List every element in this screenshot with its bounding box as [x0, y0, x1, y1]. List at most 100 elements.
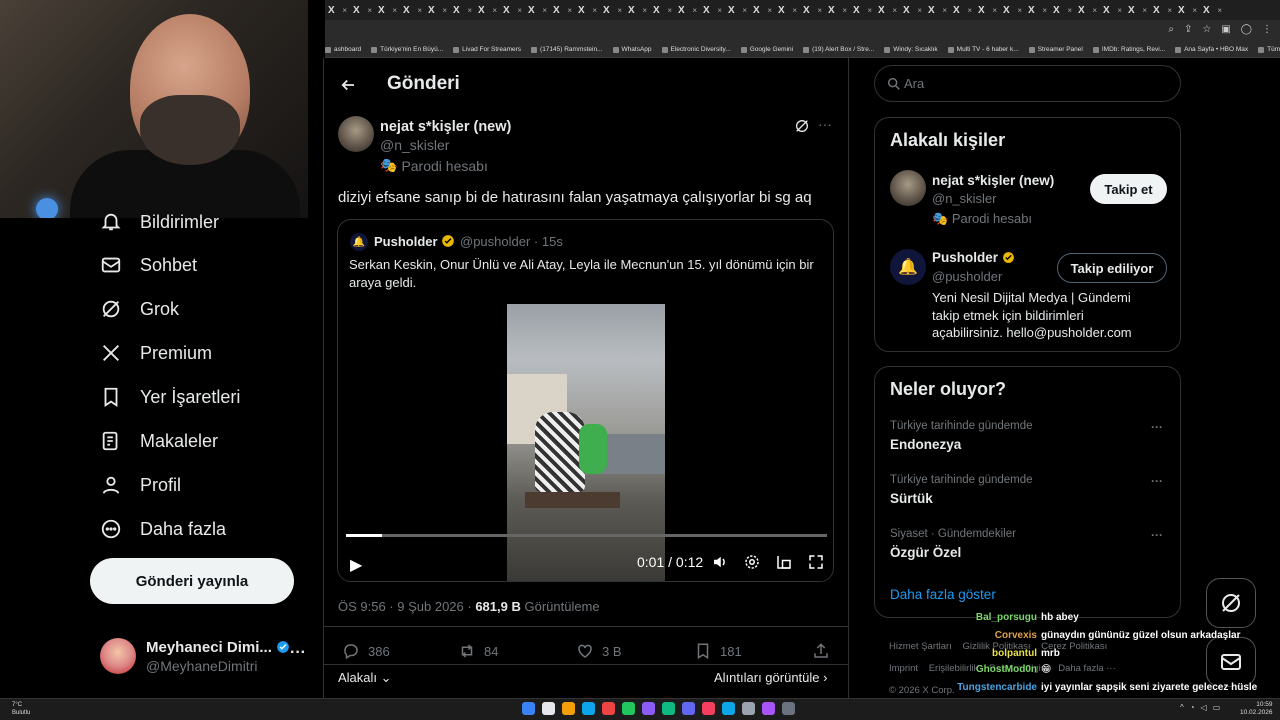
following-button[interactable]: Takip ediliyor	[1057, 253, 1167, 283]
bookmark-link[interactable]: IMDb: Ratings, Revi...	[1092, 46, 1165, 53]
profile-icon[interactable]: ◯	[1241, 24, 1252, 35]
taskbar-app-icon[interactable]	[682, 702, 695, 715]
more-options-icon[interactable]: ···	[818, 116, 832, 132]
browser-tab[interactable]: X ×	[375, 0, 400, 20]
browser-tab[interactable]: X ×	[1175, 0, 1200, 20]
bookmark-link[interactable]: Multi TV - 6 haber k...	[947, 46, 1019, 53]
close-icon[interactable]: ×	[367, 6, 372, 15]
messages-fab-button[interactable]	[1206, 637, 1256, 687]
avatar[interactable]	[890, 170, 926, 206]
taskbar-app-icon[interactable]	[702, 702, 715, 715]
bookmark-link[interactable]: Windy: Sıcaklık	[884, 46, 938, 53]
browser-tab[interactable]: X ×	[425, 0, 450, 20]
settings-gear-icon[interactable]	[743, 553, 761, 571]
close-icon[interactable]: ×	[1092, 6, 1097, 15]
close-icon[interactable]: ×	[617, 6, 622, 15]
bookmark-link[interactable]: Streamer Panel	[1028, 46, 1083, 53]
account-more-icon[interactable]: ···	[290, 644, 306, 662]
post-button[interactable]: Gönderi yayınla	[90, 558, 294, 604]
browser-tab[interactable]: X ×	[500, 0, 525, 20]
close-icon[interactable]: ×	[1042, 6, 1047, 15]
close-icon[interactable]: ×	[517, 6, 522, 15]
footer-link[interactable]: Çerez Politikası	[1041, 641, 1107, 652]
related-person-name[interactable]: Pusholder	[932, 250, 1015, 265]
author-name[interactable]: nejat s*kişler (new)	[380, 119, 511, 135]
browser-tab[interactable]: X ×	[550, 0, 575, 20]
browser-tab[interactable]: X ×	[650, 0, 675, 20]
close-icon[interactable]: ×	[1017, 6, 1022, 15]
close-icon[interactable]: ×	[917, 6, 922, 15]
close-icon[interactable]: ×	[392, 6, 397, 15]
browser-tab[interactable]: X ×	[575, 0, 600, 20]
close-icon[interactable]: ×	[542, 6, 547, 15]
close-icon[interactable]: ×	[892, 6, 897, 15]
nav-item-profile[interactable]: Profil	[100, 474, 181, 496]
bookmark-link[interactable]: Ana Sayfa • HBO Max	[1175, 46, 1248, 53]
related-person-name[interactable]: nejat s*kişler (new)	[932, 173, 1054, 188]
quoted-tweet[interactable]: 🔔 Pusholder @pusholder · 15s Serkan Kesk…	[337, 219, 834, 582]
bookmark-link[interactable]: Electronic Diversity...	[661, 46, 731, 53]
browser-tab[interactable]: X ×	[450, 0, 475, 20]
taskbar-app-icon[interactable]	[582, 702, 595, 715]
nav-item-articles[interactable]: Makaleler	[100, 430, 218, 452]
browser-tab[interactable]: X ×	[1150, 0, 1175, 20]
video-player[interactable]: ▶ 0:01 / 0:12	[338, 302, 833, 581]
repost-button[interactable]: 84	[458, 642, 498, 660]
close-icon[interactable]: ×	[492, 6, 497, 15]
browser-tab[interactable]: X ×	[475, 0, 500, 20]
author-avatar[interactable]	[338, 116, 374, 152]
close-icon[interactable]: ×	[667, 6, 672, 15]
taskbar-app-icon[interactable]	[642, 702, 655, 715]
browser-tab[interactable]: X ×	[675, 0, 700, 20]
reply-button[interactable]: 386	[342, 642, 390, 660]
bookmark-link[interactable]: Tüm Yer İşaretleri	[1258, 46, 1280, 53]
close-icon[interactable]: ×	[1167, 6, 1172, 15]
taskbar-app-icon[interactable]	[782, 702, 795, 715]
close-icon[interactable]: ×	[767, 6, 772, 15]
browser-tab[interactable]: X ×	[525, 0, 550, 20]
nav-item-more[interactable]: Daha fazla	[100, 518, 226, 540]
close-icon[interactable]: ×	[867, 6, 872, 15]
nav-item-bookmarks[interactable]: Yer İşaretleri	[100, 386, 240, 408]
trend-name[interactable]: Endonezya	[890, 437, 961, 452]
video-progress-bar[interactable]	[346, 534, 827, 537]
close-icon[interactable]: ×	[642, 6, 647, 15]
chevron-up-icon[interactable]: ^	[1180, 703, 1184, 712]
footer-link[interactable]: Reklam bilgisi	[989, 663, 1048, 674]
browser-tab[interactable]: X ×	[325, 0, 350, 20]
browser-tab[interactable]: X ×	[625, 0, 650, 20]
close-icon[interactable]: ×	[792, 6, 797, 15]
footer-link[interactable]: Daha fazla ···	[1058, 663, 1116, 674]
avatar[interactable]: 🔔	[890, 249, 926, 285]
browser-tab[interactable]: X ×	[1125, 0, 1150, 20]
browser-tab[interactable]: X ×	[850, 0, 875, 20]
browser-tab[interactable]: X ×	[350, 0, 375, 20]
close-icon[interactable]: ×	[1142, 6, 1147, 15]
star-icon[interactable]: ☆	[1202, 24, 1211, 35]
close-icon[interactable]: ×	[1217, 6, 1222, 15]
taskbar-app-icon[interactable]	[602, 702, 615, 715]
browser-tab[interactable]: X ×	[750, 0, 775, 20]
browser-tab[interactable]: X ×	[775, 0, 800, 20]
browser-tab[interactable]: X ×	[950, 0, 975, 20]
close-icon[interactable]: ×	[817, 6, 822, 15]
browser-address-bar[interactable]: ⌕ ⇪ ☆ ▣ ◯ ⋮	[325, 20, 1280, 42]
post-timestamp[interactable]: ÖS 9:56 · 9 Şub 2026 ·	[338, 599, 475, 614]
follow-button[interactable]: Takip et	[1090, 174, 1167, 204]
close-icon[interactable]: ×	[992, 6, 997, 15]
sort-dropdown[interactable]: Alakalı ⌄	[338, 670, 392, 686]
browser-tab[interactable]: X ×	[725, 0, 750, 20]
bookmark-link[interactable]: (19) Alert Box / Stre...	[803, 46, 874, 53]
wifi-icon[interactable]: ◔	[1190, 703, 1195, 712]
close-icon[interactable]: ×	[567, 6, 572, 15]
browser-tab[interactable]: X ×	[1200, 0, 1225, 20]
footer-link[interactable]: Hizmet Şartları	[889, 641, 952, 652]
bookmark-link[interactable]: Livad For Streamers	[453, 46, 521, 53]
show-more-link[interactable]: Daha fazla göster	[890, 587, 996, 602]
back-arrow-icon[interactable]	[338, 75, 358, 95]
grok-icon[interactable]	[794, 118, 810, 134]
extensions-icon[interactable]: ▣	[1221, 24, 1230, 35]
trend-name[interactable]: Özgür Özel	[890, 545, 961, 560]
bookmark-link[interactable]: (17145) Rammstein...	[531, 46, 603, 53]
search-input[interactable]: Ara	[874, 65, 1181, 102]
